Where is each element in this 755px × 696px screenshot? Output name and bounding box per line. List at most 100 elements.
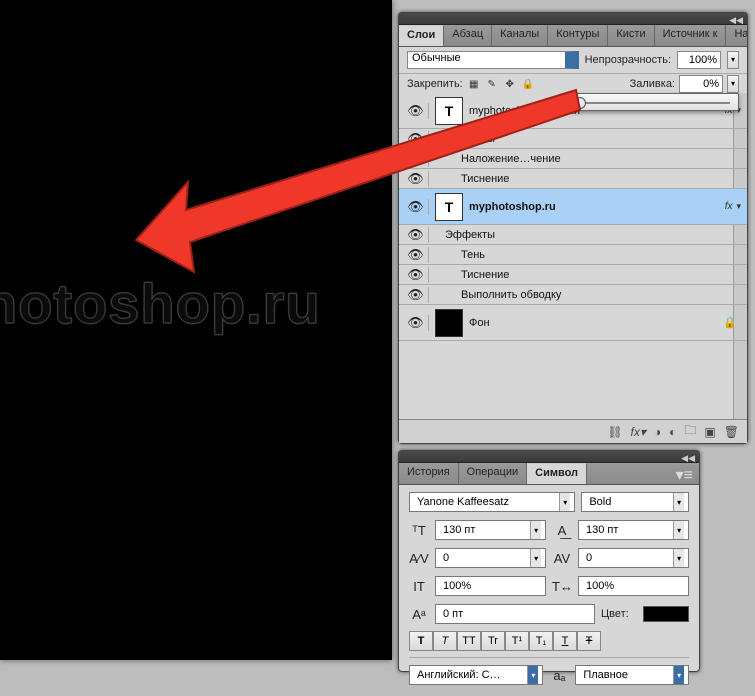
- visibility-icon[interactable]: 👁: [403, 103, 429, 119]
- strikethrough-button[interactable]: Ŧ: [577, 631, 601, 651]
- fx-badge[interactable]: fx: [725, 201, 733, 212]
- layer-thumb-text-icon: T: [435, 193, 463, 221]
- collapse-icon[interactable]: ◀◀: [681, 453, 695, 464]
- visibility-icon[interactable]: 👁: [403, 247, 429, 263]
- horizontal-scale-input-wrap[interactable]: [578, 576, 689, 596]
- fx-item-row[interactable]: 👁 Тиснение: [399, 265, 747, 285]
- new-fill-adjustment-icon[interactable]: ◐: [669, 425, 676, 439]
- dropdown-icon[interactable]: ▾: [673, 521, 684, 539]
- dropdown-icon[interactable]: ▾: [530, 521, 541, 539]
- panel-drag-header[interactable]: ◀◀: [399, 13, 747, 25]
- add-style-icon[interactable]: fx▾: [631, 425, 646, 439]
- layers-tabstrip: Слои Абзац Каналы Контуры Кисти Источник…: [399, 25, 747, 47]
- font-style-input[interactable]: [586, 496, 673, 508]
- kerning-select[interactable]: ▾: [435, 548, 546, 568]
- fill-dropdown-icon[interactable]: ▾: [727, 75, 739, 93]
- visibility-icon[interactable]: 👁: [403, 151, 429, 167]
- fill-slider-track[interactable]: [578, 102, 730, 104]
- fx-toggle-icon[interactable]: ▾: [736, 201, 741, 212]
- tab-presets[interactable]: Наборы ки: [726, 25, 747, 46]
- fx-item-row[interactable]: 👁 Наложение…чение: [399, 149, 747, 169]
- visibility-icon[interactable]: 👁: [403, 287, 429, 303]
- collapse-icon[interactable]: ◀◀: [729, 15, 743, 26]
- delete-layer-icon[interactable]: 🗑: [724, 425, 739, 439]
- tab-character[interactable]: Символ: [527, 463, 587, 484]
- link-layers-icon[interactable]: ⛓: [607, 425, 622, 439]
- font-style-select[interactable]: ▾: [581, 492, 689, 512]
- fx-item-row[interactable]: 👁 Тень: [399, 245, 747, 265]
- color-swatch[interactable]: [643, 606, 689, 622]
- add-mask-icon[interactable]: ◑: [654, 425, 661, 439]
- lock-transparency-icon[interactable]: ▦: [467, 77, 481, 91]
- fx-item-row[interactable]: 👁 Тиснение: [399, 169, 747, 189]
- font-family-select[interactable]: ▾: [409, 492, 575, 512]
- blend-mode-select[interactable]: Обычные: [407, 51, 579, 69]
- fx-item-row[interactable]: 👁 Выполнить обводку: [399, 285, 747, 305]
- fx-header-row[interactable]: 👁 Эффекты: [399, 225, 747, 245]
- panel-menu-icon[interactable]: ▾≡: [670, 463, 699, 484]
- tracking-select[interactable]: ▾: [578, 548, 689, 568]
- opacity-input[interactable]: [677, 51, 721, 69]
- font-size-input[interactable]: [440, 524, 530, 536]
- faux-italic-button[interactable]: T: [433, 631, 457, 651]
- language-input[interactable]: [414, 669, 527, 681]
- underline-button[interactable]: T: [553, 631, 577, 651]
- layer-row-text-selected[interactable]: 👁 T myphotoshop.ru fx ▾: [399, 189, 747, 225]
- small-caps-button[interactable]: Tr: [481, 631, 505, 651]
- dropdown-icon[interactable]: ▾: [530, 549, 541, 567]
- baseline-shift-icon: Aᵃ: [409, 607, 429, 622]
- dropdown-icon[interactable]: ▾: [673, 493, 684, 511]
- fill-input[interactable]: [679, 75, 723, 93]
- fx-header-row[interactable]: 👁 Эффекты: [399, 129, 747, 149]
- font-size-select[interactable]: ▾: [435, 520, 546, 540]
- layer-name[interactable]: Фон: [469, 317, 723, 329]
- visibility-icon[interactable]: 👁: [403, 171, 429, 187]
- antialias-input[interactable]: [580, 669, 673, 681]
- layer-row-background[interactable]: 👁 Фон 🔒: [399, 305, 747, 341]
- tracking-input[interactable]: [583, 552, 673, 564]
- vertical-scale-input[interactable]: [440, 580, 541, 592]
- new-group-icon[interactable]: 🗀: [684, 421, 696, 442]
- tab-channels[interactable]: Каналы: [492, 25, 548, 46]
- visibility-icon[interactable]: 👁: [403, 227, 429, 243]
- baseline-shift-input[interactable]: [440, 608, 590, 620]
- language-select[interactable]: ▾: [409, 665, 543, 685]
- tab-layers[interactable]: Слои: [399, 25, 444, 46]
- tab-actions[interactable]: Операции: [459, 463, 527, 484]
- dropdown-icon[interactable]: ▾: [673, 549, 684, 567]
- antialias-select[interactable]: ▾: [575, 665, 689, 685]
- superscript-button[interactable]: T¹: [505, 631, 529, 651]
- panel-drag-header[interactable]: ◀◀: [399, 451, 699, 463]
- opacity-dropdown-icon[interactable]: ▾: [727, 51, 739, 69]
- font-family-input[interactable]: [414, 496, 559, 508]
- new-layer-icon[interactable]: ▣: [704, 425, 715, 439]
- all-caps-button[interactable]: TT: [457, 631, 481, 651]
- tab-history[interactable]: История: [399, 463, 459, 484]
- lock-pixels-icon[interactable]: ✎: [485, 77, 499, 91]
- lock-all-icon[interactable]: 🔒: [521, 77, 535, 91]
- visibility-icon[interactable]: 👁: [403, 315, 429, 331]
- tab-paths[interactable]: Контуры: [548, 25, 608, 46]
- fill-slider-thumb[interactable]: [574, 97, 586, 109]
- dropdown-icon[interactable]: ▾: [527, 666, 538, 684]
- tab-paragraph[interactable]: Абзац: [444, 25, 492, 46]
- fx-item-label: Тень: [461, 249, 743, 261]
- visibility-icon[interactable]: 👁: [403, 199, 429, 215]
- dropdown-icon[interactable]: ▾: [673, 666, 684, 684]
- subscript-button[interactable]: T₁: [529, 631, 553, 651]
- visibility-icon[interactable]: 👁: [403, 267, 429, 283]
- visibility-icon[interactable]: 👁: [403, 131, 429, 147]
- kerning-input[interactable]: [440, 552, 530, 564]
- tab-brushes[interactable]: Кисти: [608, 25, 654, 46]
- horizontal-scale-input[interactable]: [583, 580, 684, 592]
- document-canvas[interactable]: hotoshop.ru: [0, 0, 392, 660]
- lock-position-icon[interactable]: ✥: [503, 77, 517, 91]
- leading-select[interactable]: ▾: [578, 520, 689, 540]
- tab-source[interactable]: Источник к: [655, 25, 727, 46]
- leading-input[interactable]: [583, 524, 673, 536]
- dropdown-icon[interactable]: ▾: [559, 493, 570, 511]
- faux-bold-button[interactable]: T: [409, 631, 433, 651]
- vertical-scale-input-wrap[interactable]: [435, 576, 546, 596]
- layer-name[interactable]: myphotoshop.ru: [469, 201, 725, 213]
- baseline-shift-input-wrap[interactable]: [435, 604, 595, 624]
